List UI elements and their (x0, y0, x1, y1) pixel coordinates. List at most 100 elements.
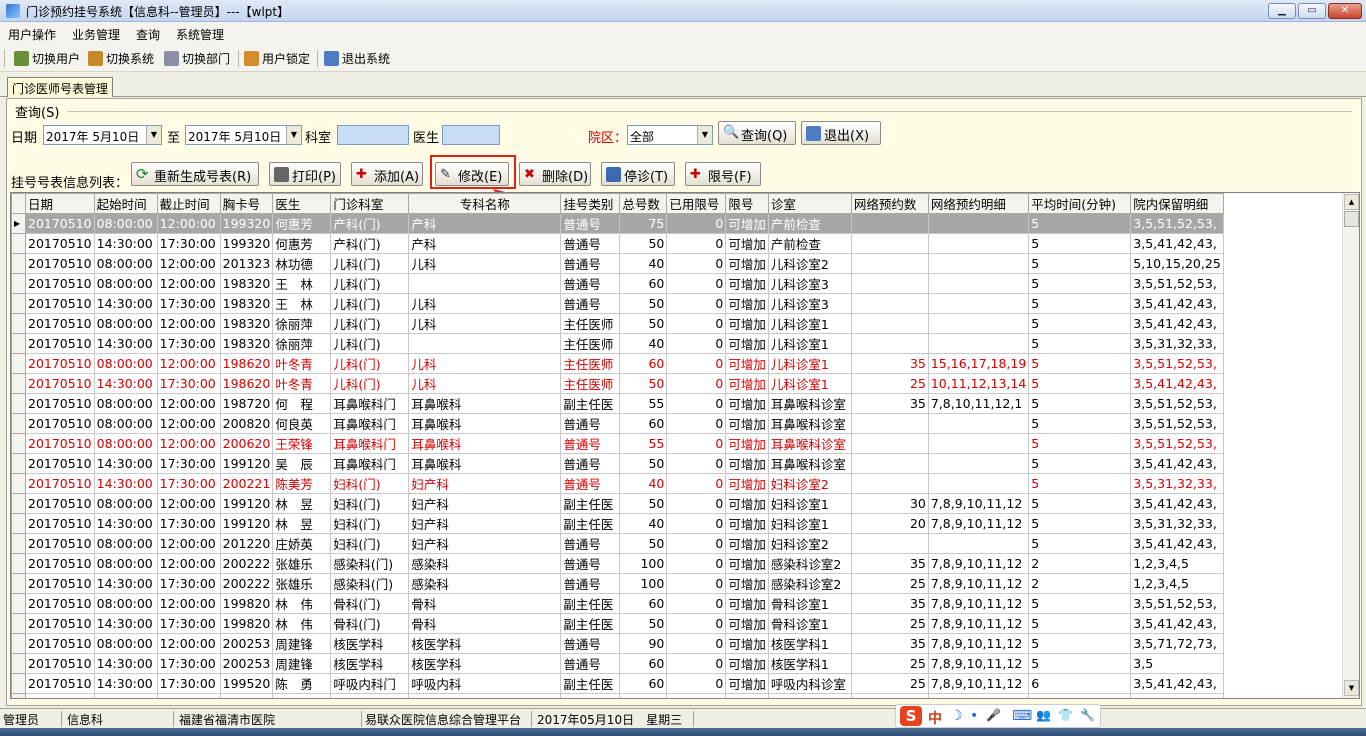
scroll-up-icon[interactable]: ▲ (1344, 194, 1359, 210)
table-cell[interactable]: 耳鼻喉科 (408, 453, 562, 474)
table-cell[interactable]: 35 (850, 353, 929, 374)
table-row[interactable]: 20170510 08:00:00 12:00:00 199120 林 昱妇科(门) 妇产… (11, 493, 1224, 514)
table-row[interactable]: 20170510 08:00:00 12:00:00 201323 林功德 儿科(门) 儿科… (11, 253, 1224, 274)
table-cell[interactable]: 7,8,9,10,11,12 (927, 573, 1030, 594)
table-cell[interactable]: 17:30:00 (156, 453, 221, 474)
table-cell[interactable]: 12:00:00 (156, 313, 221, 334)
chevron-down-icon[interactable]: ▼ (286, 126, 301, 144)
table-cell[interactable]: 普通号 (560, 213, 621, 234)
row-indicator[interactable] (11, 373, 26, 394)
table-cell[interactable]: 林 伟 (272, 593, 332, 614)
table-cell[interactable]: 199820 (219, 613, 274, 634)
table-cell[interactable] (850, 453, 929, 474)
lock-user-button[interactable]: 用户锁定 (244, 50, 310, 68)
search-button[interactable]: 🔍 查询(Q) (718, 121, 796, 145)
campus-select[interactable]: 全部 ▼ (627, 125, 713, 145)
table-cell[interactable]: 可增加 (725, 533, 769, 554)
table-cell[interactable]: 198320 (219, 273, 274, 294)
switch-dept-button[interactable]: 切换部门 (164, 50, 230, 68)
table-row[interactable]: ▶ 20170510 08:00:00 12:00:00 199320 何惠芳 产科(门) 产… (11, 213, 1224, 234)
table-cell[interactable]: 3,5,41,42,43, (1130, 693, 1224, 698)
table-cell[interactable]: 17:30:00 (156, 373, 221, 394)
table-cell[interactable]: 17:30:00 (156, 473, 221, 494)
column-header[interactable]: 限号 (725, 193, 769, 214)
table-cell[interactable] (927, 213, 1030, 234)
limit-button[interactable]: ✚ 限号(F) (685, 162, 761, 186)
menu-system[interactable]: 系统管理 (176, 26, 224, 43)
table-cell[interactable]: 0 (666, 473, 727, 494)
table-cell[interactable]: 呼吸内科诊室 (767, 673, 852, 694)
table-cell[interactable]: 副主任医 (560, 513, 621, 534)
table-cell[interactable]: 儿科诊室1 (767, 313, 852, 334)
table-cell[interactable]: 5 (1028, 313, 1132, 334)
table-cell[interactable]: 耳鼻喉科诊室 (767, 433, 852, 454)
table-cell[interactable]: 20170510 (25, 673, 95, 694)
table-cell[interactable]: 08:00:00 (93, 533, 158, 554)
table-cell[interactable]: 12:00:00 (156, 633, 221, 654)
table-cell[interactable]: 0 (666, 413, 727, 434)
table-cell[interactable]: 陈茂祥 (272, 693, 332, 698)
table-cell[interactable]: 0 (666, 653, 727, 674)
table-cell[interactable] (927, 453, 1030, 474)
table-cell[interactable]: 100 (619, 573, 668, 594)
scroll-thumb[interactable] (1344, 211, 1359, 227)
table-cell[interactable]: 核医学科 (330, 653, 410, 674)
table-cell[interactable]: 3,5,31,32,33, (1130, 333, 1224, 354)
table-cell[interactable]: 25 (850, 693, 929, 698)
row-indicator[interactable] (11, 233, 26, 254)
table-row[interactable]: 20170510 08:00:00 12:00:00 200820 何良英 耳鼻喉科门 耳鼻… (11, 413, 1224, 434)
table-cell[interactable]: 20170510 (25, 633, 95, 654)
row-indicator[interactable] (11, 693, 26, 698)
table-cell[interactable] (927, 293, 1030, 314)
table-cell[interactable]: 耳鼻喉科诊室 (767, 393, 852, 414)
table-cell[interactable]: 55 (619, 393, 668, 414)
table-cell[interactable]: 妇产科 (408, 513, 562, 534)
table-cell[interactable]: 3,5 (1130, 653, 1224, 674)
doctor-input[interactable] (442, 125, 500, 145)
microphone-icon[interactable]: 🎤 (986, 708, 1001, 722)
table-cell[interactable]: 产科 (408, 213, 562, 234)
table-cell[interactable]: 陈 勇 (272, 673, 332, 694)
regenerate-button[interactable]: ⟳ 重新生成号表(R) (131, 162, 259, 186)
table-cell[interactable]: 0 (666, 233, 727, 254)
table-cell[interactable]: 17:30:00 (156, 513, 221, 534)
table-cell[interactable] (850, 433, 929, 454)
table-cell[interactable]: 耳鼻喉科诊室 (767, 413, 852, 434)
table-cell[interactable]: 20170510 (25, 413, 95, 434)
table-row[interactable]: 20170510 08:00:00 12:00:00 199820 林 伟骨科(门) 骨科… (11, 593, 1224, 614)
user-icon[interactable]: 👥 (1036, 708, 1051, 722)
row-indicator[interactable] (11, 333, 26, 354)
table-cell[interactable]: 17:30:00 (156, 613, 221, 634)
table-cell[interactable]: 08:00:00 (93, 593, 158, 614)
table-cell[interactable]: 主任医师 (560, 313, 621, 334)
moon-icon[interactable]: ☽ (950, 708, 963, 724)
table-cell[interactable]: 200253 (219, 653, 274, 674)
table-cell[interactable]: 林 昱 (272, 493, 332, 514)
table-cell[interactable]: 普通号 (560, 453, 621, 474)
table-cell[interactable]: 3,5,41,42,43, (1130, 673, 1224, 694)
table-row[interactable]: 20170510 14:30:00 17:30:00 198320 徐丽萍 儿科(门) 主任… (11, 333, 1224, 354)
table-cell[interactable]: 儿科诊室3 (767, 273, 852, 294)
table-cell[interactable]: 20170510 (25, 493, 95, 514)
minimize-button[interactable]: ▁ (1268, 3, 1296, 19)
table-cell[interactable]: 20170510 (25, 273, 95, 294)
table-cell[interactable]: 3,5,41,42,43, (1130, 533, 1224, 554)
table-cell[interactable]: 50 (619, 493, 668, 514)
table-cell[interactable]: 1,2,3,4,5 (1130, 553, 1224, 574)
table-cell[interactable]: 200820 (219, 413, 274, 434)
table-cell[interactable]: 75 (619, 213, 668, 234)
table-cell[interactable]: 普通号 (560, 553, 621, 574)
table-cell[interactable]: 14:30:00 (93, 293, 158, 314)
table-cell[interactable]: 骨科诊室1 (767, 593, 852, 614)
table-cell[interactable]: 3,5,51,52,53, (1130, 353, 1224, 374)
table-cell[interactable]: 20170510 (25, 553, 95, 574)
table-cell[interactable]: 儿科诊室1 (767, 333, 852, 354)
table-cell[interactable]: 耳鼻喉科门 (330, 453, 410, 474)
row-indicator[interactable] (11, 513, 26, 534)
table-cell[interactable]: 耳鼻喉科 (408, 393, 562, 414)
table-cell[interactable]: 20170510 (25, 353, 95, 374)
table-cell[interactable]: 20170510 (25, 693, 95, 698)
table-cell[interactable]: 12:00:00 (156, 253, 221, 274)
table-cell[interactable]: 198720 (219, 393, 274, 414)
table-cell[interactable]: 60 (619, 353, 668, 374)
